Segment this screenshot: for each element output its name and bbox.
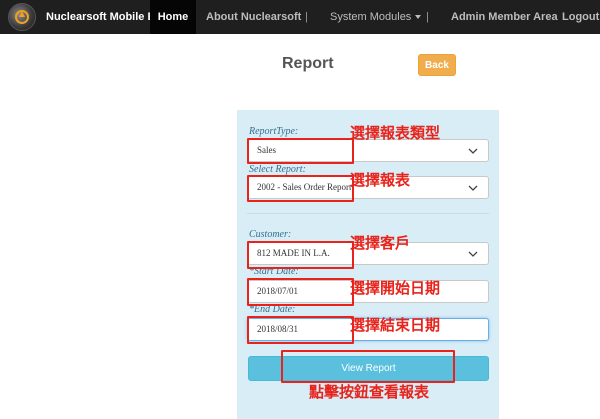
annotation-view-report: 點擊按鈕查看報表	[309, 383, 430, 401]
nav-admin-member-area[interactable]: Admin Member Area	[451, 0, 558, 34]
annotation-box-end-date	[247, 316, 354, 344]
report-type-label: ReportType:	[249, 126, 299, 137]
nav-logout[interactable]: Logout	[562, 0, 599, 34]
annotation-box-view-report	[281, 350, 455, 383]
form-divider	[247, 213, 489, 214]
chevron-down-icon	[468, 251, 478, 257]
nav-system-modules[interactable]: System Modules	[330, 0, 422, 34]
annotation-end-date: 選擇結束日期	[350, 316, 441, 334]
nav-separator: |	[305, 11, 308, 23]
nav-separator: |	[426, 11, 429, 23]
page-title: Report	[282, 55, 334, 72]
annotation-report-type: 選擇報表類型	[350, 124, 441, 142]
caret-down-icon	[415, 15, 422, 20]
annotation-box-report-type	[247, 138, 354, 164]
annotation-customer: 選擇客戶	[350, 234, 411, 252]
chevron-down-icon	[468, 148, 478, 154]
top-navbar: Nuclearsoft Mobile ERP Home About Nuclea…	[0, 0, 600, 34]
annotation-box-select-report	[247, 175, 354, 202]
select-report-label: Select Report:	[249, 164, 306, 175]
annotation-select-report: 選擇報表	[350, 171, 411, 189]
annotation-start-date: 選擇開始日期	[350, 279, 441, 297]
annotation-box-customer	[247, 241, 354, 269]
annotation-box-start-date	[247, 278, 354, 306]
nav-system-modules-label: System Modules	[330, 11, 412, 23]
nav-about[interactable]: About Nuclearsoft	[206, 0, 301, 34]
customer-label: Customer:	[249, 229, 292, 240]
chevron-down-icon	[468, 185, 478, 191]
nav-home[interactable]: Home	[150, 0, 196, 34]
nuclear-logo-icon[interactable]	[8, 3, 36, 31]
back-button[interactable]: Back	[418, 54, 456, 76]
